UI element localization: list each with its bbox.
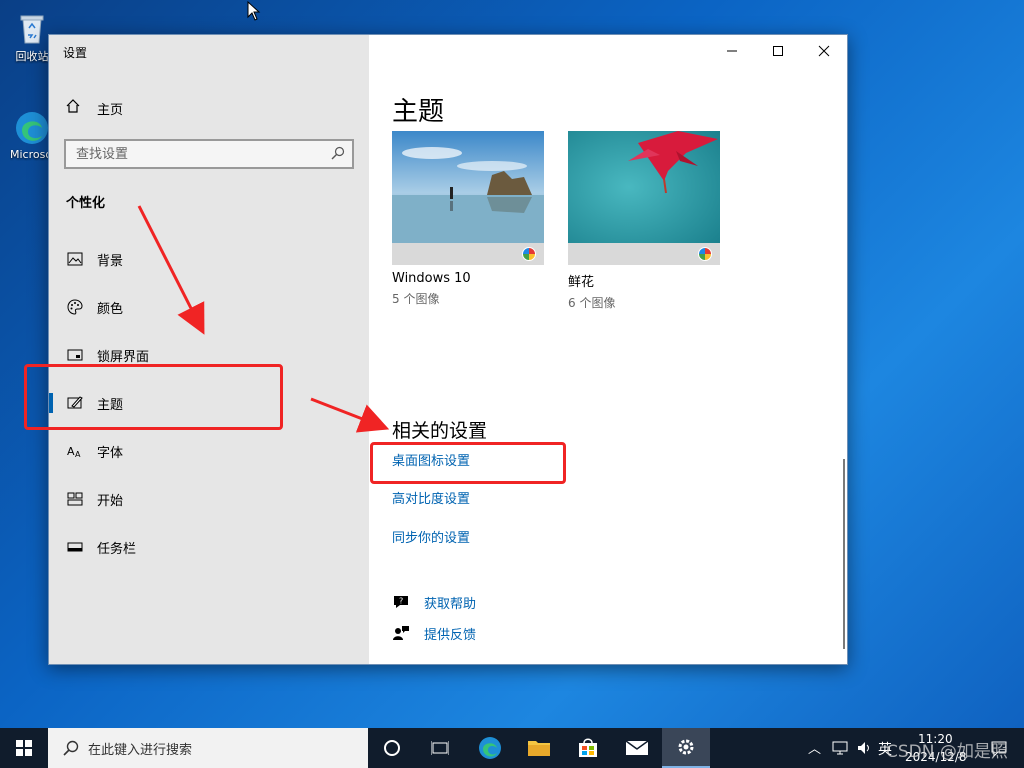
settings-window: 设置 主页 个性化 背景 颜色 bbox=[48, 34, 848, 665]
get-help-link[interactable]: ? 获取帮助 bbox=[392, 592, 476, 612]
close-button[interactable] bbox=[801, 35, 847, 67]
main-content: 主题 Windows 10 5 个图像 鲜花 6 个图像 相关的设置 桌面图标设… bbox=[369, 35, 847, 664]
minimize-button[interactable] bbox=[709, 35, 755, 67]
taskbar-store[interactable] bbox=[564, 728, 612, 768]
sidebar-item-label: 字体 bbox=[97, 445, 124, 461]
taskbar-settings[interactable] bbox=[662, 728, 710, 768]
taskbar-file-explorer[interactable] bbox=[515, 728, 563, 768]
svg-text:?: ? bbox=[399, 597, 403, 606]
sidebar-item-fonts[interactable]: AA 字体 bbox=[49, 431, 369, 471]
theme-card-windows10[interactable]: Windows 10 5 个图像 bbox=[392, 131, 544, 307]
start-button[interactable] bbox=[0, 728, 48, 768]
feedback-icon bbox=[392, 624, 410, 642]
mail-icon bbox=[625, 740, 649, 755]
theme-name: Windows 10 bbox=[392, 271, 471, 286]
theme-image-count: 5 个图像 bbox=[392, 292, 440, 306]
sidebar-item-label: 任务栏 bbox=[97, 541, 137, 557]
theme-image-count: 6 个图像 bbox=[568, 296, 616, 310]
minimize-icon bbox=[727, 50, 737, 52]
windows-logo-icon bbox=[16, 740, 32, 756]
annotation-box-themes bbox=[24, 364, 283, 430]
store-icon bbox=[579, 738, 597, 757]
taskbar-search-box[interactable]: 在此键入进行搜索 bbox=[48, 728, 368, 768]
maximize-button[interactable] bbox=[755, 35, 801, 67]
font-icon: AA bbox=[65, 443, 85, 459]
high-contrast-settings-link[interactable]: 高对比度设置 bbox=[392, 488, 470, 507]
mouse-cursor-icon bbox=[247, 1, 261, 21]
sidebar-item-background[interactable]: 背景 bbox=[49, 239, 369, 279]
edge-icon bbox=[479, 737, 501, 759]
sidebar-item-colors[interactable]: 颜色 bbox=[49, 287, 369, 327]
search-icon[interactable] bbox=[330, 145, 346, 161]
sidebar-item-home[interactable]: 主页 bbox=[65, 97, 123, 119]
recycle-bin-icon bbox=[14, 10, 50, 46]
sync-settings-link[interactable]: 同步你的设置 bbox=[392, 527, 470, 546]
section-title: 个性化 bbox=[66, 196, 106, 211]
color-wheel-icon bbox=[522, 247, 536, 261]
sidebar-item-taskbar[interactable]: 任务栏 bbox=[49, 527, 369, 567]
annotation-box-desktop-icons bbox=[370, 442, 566, 484]
cortana-button[interactable] bbox=[368, 728, 416, 768]
svg-text:A: A bbox=[75, 450, 81, 459]
related-settings-title: 相关的设置 bbox=[392, 420, 488, 442]
watermark-text: CSDN @如是照 bbox=[886, 742, 1008, 762]
show-hidden-icons-chevron-icon[interactable]: ︿ bbox=[808, 738, 821, 757]
sidebar-item-label: 主页 bbox=[97, 102, 124, 118]
sidebar-item-label: 颜色 bbox=[97, 301, 124, 317]
file-explorer-icon bbox=[528, 741, 550, 756]
taskbar-mail[interactable] bbox=[613, 728, 661, 768]
home-icon bbox=[65, 98, 83, 118]
sidebar-item-label: 锁屏界面 bbox=[97, 349, 150, 365]
scrollbar[interactable] bbox=[843, 459, 845, 649]
taskbar: 在此键入进行搜索 ︿ 英 11:20 2024/12/8 bbox=[0, 728, 1024, 768]
cortana-circle-icon bbox=[384, 740, 400, 756]
search-box bbox=[64, 139, 354, 169]
theme-thumbnail bbox=[392, 131, 544, 265]
sidebar: 设置 主页 个性化 背景 颜色 bbox=[49, 35, 369, 664]
taskbar-edge[interactable] bbox=[466, 728, 514, 768]
edge-icon bbox=[14, 110, 50, 146]
theme-card-flowers[interactable]: 鲜花 6 个图像 bbox=[568, 131, 720, 311]
picture-icon bbox=[65, 252, 85, 266]
page-title: 主题 bbox=[392, 97, 445, 127]
theme-thumbnail bbox=[568, 131, 720, 265]
sidebar-item-label: 开始 bbox=[97, 493, 124, 509]
lock-screen-icon bbox=[65, 348, 85, 362]
settings-gear-icon bbox=[678, 739, 694, 755]
feedback-link[interactable]: 提供反馈 bbox=[392, 623, 476, 643]
taskbar-search-placeholder: 在此键入进行搜索 bbox=[88, 742, 193, 758]
volume-icon[interactable] bbox=[856, 740, 872, 756]
search-input[interactable] bbox=[66, 141, 324, 167]
help-link-label: 获取帮助 bbox=[424, 596, 477, 612]
palette-icon bbox=[65, 299, 85, 315]
task-view-icon bbox=[431, 741, 449, 755]
help-chat-icon: ? bbox=[392, 593, 410, 611]
maximize-icon bbox=[773, 46, 783, 56]
color-wheel-icon bbox=[698, 247, 712, 261]
network-icon[interactable] bbox=[832, 740, 848, 756]
sidebar-item-start[interactable]: 开始 bbox=[49, 479, 369, 519]
theme-name: 鲜花 bbox=[568, 275, 595, 290]
sidebar-item-label: 背景 bbox=[97, 253, 124, 269]
close-icon bbox=[818, 45, 830, 57]
search-icon bbox=[63, 740, 79, 756]
window-title: 设置 bbox=[63, 46, 88, 60]
svg-text:A: A bbox=[67, 445, 75, 458]
task-view-button[interactable] bbox=[416, 728, 464, 768]
taskbar-icon bbox=[65, 541, 85, 553]
help-link-label: 提供反馈 bbox=[424, 627, 477, 643]
start-tiles-icon bbox=[65, 492, 85, 506]
